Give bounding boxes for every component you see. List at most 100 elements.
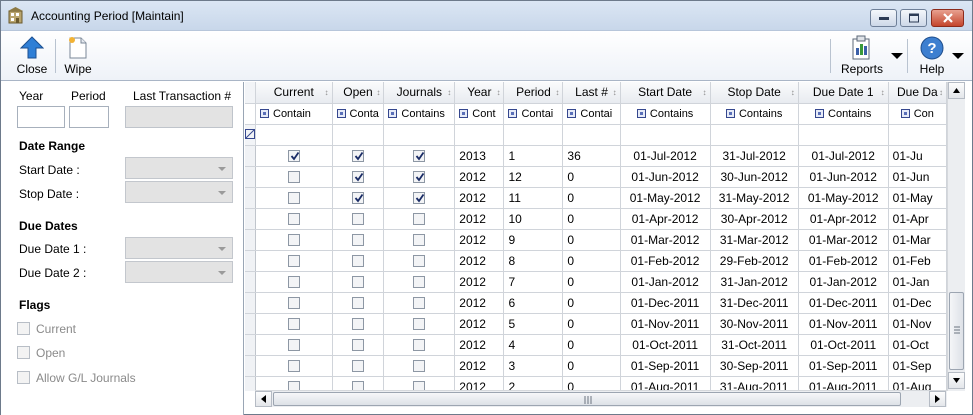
column-header-due-date-1[interactable]: Due Date 1 ↕ (798, 82, 889, 104)
stop-date-cell[interactable]: 31-May-2012 (710, 187, 799, 209)
current-cell[interactable] (255, 376, 333, 391)
table-row[interactable]: 2012 10 0 01-Apr-2012 30-Apr-2012 01-Apr-2012… (245, 208, 947, 230)
journals-checkbox[interactable] (413, 234, 426, 247)
year-cell[interactable]: 2012 (454, 271, 505, 293)
filter-cell-due-date-2[interactable]: Con (888, 103, 947, 125)
stop-date-cell[interactable]: 30-Apr-2012 (710, 208, 799, 230)
year-cell[interactable]: 2012 (454, 187, 505, 209)
table-row[interactable]: 2012 9 0 01-Mar-2012 31-Mar-2012 01-Mar-2012 0… (245, 229, 947, 251)
period-cell[interactable]: 10 (503, 208, 564, 230)
filter-operator-icon[interactable] (567, 109, 577, 119)
sort-icon[interactable]: ↕ (496, 88, 500, 97)
period-cell[interactable]: 5 (503, 313, 564, 335)
period-cell[interactable]: 4 (503, 334, 564, 356)
row-selector[interactable] (245, 334, 256, 356)
scroll-down-button[interactable] (948, 372, 965, 389)
stop-date-cell[interactable]: 31-Oct-2011 (710, 334, 799, 356)
filter-operator-icon[interactable] (900, 109, 910, 119)
stop-date-cell[interactable]: 30-Jun-2012 (710, 166, 799, 188)
new-row-selector[interactable] (245, 124, 256, 146)
sort-icon[interactable]: ↕ (881, 88, 885, 97)
close-window-button[interactable] (931, 9, 964, 27)
due-date-2-cell[interactable]: 01-Mar (888, 229, 947, 251)
due-date-2-cell[interactable]: 01-Feb (888, 250, 947, 272)
journals-cell[interactable] (383, 334, 456, 356)
current-checkbox[interactable] (287, 360, 300, 373)
current-cell[interactable] (255, 250, 333, 272)
journals-checkbox[interactable] (413, 318, 426, 331)
start-date-cell[interactable]: 01-Aug-2011 (620, 376, 711, 391)
due-date-1-cell[interactable]: 01-Dec-2011 (798, 292, 889, 314)
maximize-button[interactable] (900, 9, 927, 27)
filter-cell-due-date-1[interactable]: Contains (798, 103, 889, 125)
due-date-1-cell[interactable]: 01-Oct-2011 (798, 334, 889, 356)
period-cell[interactable]: 3 (503, 355, 564, 377)
open-cell[interactable] (332, 166, 385, 188)
due-date-1-cell[interactable]: 01-Mar-2012 (798, 229, 889, 251)
journals-cell[interactable] (383, 376, 456, 391)
open-cell[interactable] (332, 187, 385, 209)
open-checkbox[interactable] (351, 318, 364, 331)
reports-button[interactable]: Reports (837, 34, 887, 78)
due-date-2-combo[interactable] (125, 261, 233, 283)
current-checkbox[interactable] (287, 297, 300, 310)
period-cell[interactable]: 12 (503, 166, 564, 188)
stop-date-combo[interactable] (125, 181, 233, 203)
due-date-2-cell[interactable]: 01-Nov (888, 313, 947, 335)
row-selector[interactable] (245, 313, 256, 335)
filter-cell-last-number[interactable]: Contai (562, 103, 621, 125)
open-cell[interactable] (332, 376, 385, 391)
table-row[interactable]: 2012 7 0 01-Jan-2012 31-Jan-2012 01-Jan-2012 0… (245, 271, 947, 293)
row-selector[interactable] (245, 208, 256, 230)
period-cell[interactable]: 11 (503, 187, 564, 209)
journals-cell[interactable] (383, 355, 456, 377)
start-date-cell[interactable]: 01-Jul-2012 (620, 145, 711, 167)
filter-cell-open[interactable]: Conta (332, 103, 385, 125)
last-number-cell[interactable]: 0 (562, 313, 621, 335)
current-cell[interactable] (255, 187, 333, 209)
sort-icon[interactable]: ↕ (939, 88, 943, 97)
year-input[interactable] (17, 106, 65, 128)
start-date-combo[interactable] (125, 157, 233, 179)
filter-operator-icon[interactable] (260, 109, 269, 119)
period-cell[interactable]: 1 (503, 145, 564, 167)
due-date-1-combo[interactable] (125, 237, 233, 259)
sort-icon[interactable]: ↕ (376, 88, 380, 97)
current-checkbox[interactable] (287, 192, 300, 205)
last-number-cell[interactable]: 0 (562, 271, 621, 293)
row-selector[interactable] (245, 271, 256, 293)
due-date-2-cell[interactable]: 01-Apr (888, 208, 947, 230)
open-checkbox[interactable] (351, 150, 364, 163)
help-dropdown-arrow-icon[interactable] (952, 53, 964, 59)
period-cell[interactable]: 2 (503, 376, 564, 391)
last-number-cell[interactable]: 0 (562, 292, 621, 314)
current-cell[interactable] (255, 208, 333, 230)
journals-cell[interactable] (383, 208, 456, 230)
due-date-2-cell[interactable]: 01-Ju (888, 145, 947, 167)
last-number-cell[interactable]: 0 (562, 208, 621, 230)
column-header-start-date[interactable]: Start Date ↕ (620, 82, 711, 104)
sort-icon[interactable]: ↕ (325, 88, 329, 97)
filter-cell-period[interactable]: Contai (503, 103, 564, 125)
row-selector[interactable] (245, 376, 256, 391)
vertical-scrollbar[interactable] (947, 82, 965, 391)
journals-cell[interactable] (383, 313, 456, 335)
table-row[interactable]: 2012 8 0 01-Feb-2012 29-Feb-2012 01-Feb-2012 0… (245, 250, 947, 272)
current-cell[interactable] (255, 334, 333, 356)
filter-cell-current[interactable]: Contain (255, 103, 333, 125)
current-cell[interactable] (255, 271, 333, 293)
journals-cell[interactable] (383, 145, 456, 167)
last-number-cell[interactable]: 36 (562, 145, 621, 167)
stop-date-cell[interactable]: 31-Jul-2012 (710, 145, 799, 167)
open-cell[interactable] (332, 250, 385, 272)
journals-checkbox[interactable] (413, 339, 426, 352)
sort-icon[interactable]: ↕ (703, 88, 707, 97)
period-cell[interactable]: 8 (503, 250, 564, 272)
current-flag-checkbox[interactable] (17, 322, 30, 335)
filter-cell-start-date[interactable]: Contains (620, 103, 711, 125)
due-date-2-cell[interactable]: 01-Oct (888, 334, 947, 356)
year-cell[interactable]: 2012 (454, 355, 505, 377)
year-cell[interactable]: 2012 (454, 208, 505, 230)
open-checkbox[interactable] (351, 234, 364, 247)
filter-cell-journals[interactable]: Contains (383, 103, 456, 125)
